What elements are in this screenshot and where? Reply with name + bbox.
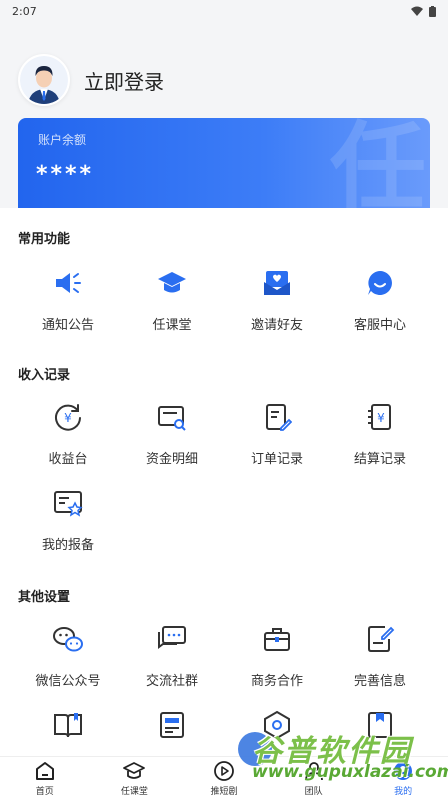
menu-item-invite[interactable]: 邀请好友 bbox=[221, 266, 333, 333]
profile-header: 立即登录 bbox=[0, 22, 448, 118]
status-time: 2:07 bbox=[12, 4, 37, 18]
balance-label: 账户余额 bbox=[38, 133, 87, 147]
tab-label: 我的 bbox=[394, 787, 413, 797]
status-icons bbox=[411, 5, 436, 17]
menu-item-label: 微信公众号 bbox=[35, 674, 101, 689]
menu-item-label: 邀请好友 bbox=[250, 318, 303, 333]
menu-item-community[interactable]: 交流社群 bbox=[116, 622, 228, 689]
menu-item-label: 订单记录 bbox=[250, 452, 303, 467]
avatar-icon bbox=[20, 56, 68, 104]
menu-item-earnings[interactable]: ¥ 收益台 bbox=[12, 400, 124, 467]
report-card-icon bbox=[51, 486, 85, 520]
settlement-ledger-icon: ¥ bbox=[363, 400, 397, 434]
invite-envelope-icon bbox=[260, 266, 294, 300]
card-search-icon bbox=[155, 400, 189, 434]
newspaper-icon bbox=[155, 708, 189, 742]
briefcase-icon bbox=[260, 622, 294, 656]
status-bar: 2:07 bbox=[0, 0, 448, 22]
user-icon bbox=[394, 762, 413, 780]
hexagon-settings-icon bbox=[260, 708, 294, 742]
menu-item-label: 交流社群 bbox=[145, 674, 198, 689]
team-icon bbox=[304, 762, 323, 781]
document-edit-icon bbox=[260, 400, 294, 434]
tab-home[interactable]: 首页 bbox=[0, 757, 90, 797]
svg-text:¥: ¥ bbox=[64, 411, 72, 425]
menu-item-label: 任课堂 bbox=[152, 318, 192, 333]
menu-item-funds[interactable]: 资金明细 bbox=[116, 400, 228, 467]
balance-value: **** bbox=[36, 162, 95, 187]
tab-classroom[interactable]: 任课堂 bbox=[90, 757, 180, 797]
home-icon bbox=[35, 762, 54, 780]
menu-item-news[interactable] bbox=[116, 708, 228, 742]
edit-document-icon bbox=[363, 622, 397, 656]
tab-label: 推短剧 bbox=[210, 787, 238, 797]
graduation-cap-outline-icon bbox=[123, 762, 146, 779]
menu-item-label: 资金明细 bbox=[145, 452, 198, 467]
menu-item-label: 客服中心 bbox=[353, 318, 406, 333]
tab-team[interactable]: 团队 bbox=[269, 757, 359, 797]
avatar[interactable] bbox=[18, 54, 70, 106]
wifi-icon bbox=[411, 6, 423, 16]
menu-item-notice[interactable]: 通知公告 bbox=[12, 266, 124, 333]
menu-item-classroom[interactable]: 任课堂 bbox=[116, 266, 228, 333]
menu-item-profile-info[interactable]: 完善信息 bbox=[324, 622, 436, 689]
battery-icon bbox=[429, 5, 436, 17]
menu-item-orders[interactable]: 订单记录 bbox=[221, 400, 333, 467]
login-link[interactable]: 立即登录 bbox=[84, 66, 164, 95]
graduation-cap-icon bbox=[155, 266, 189, 300]
menu-item-label: 结算记录 bbox=[353, 452, 406, 467]
tab-mine[interactable]: 我的 bbox=[358, 757, 448, 797]
tab-label: 首页 bbox=[35, 787, 54, 797]
menu-item-label: 完善信息 bbox=[353, 674, 406, 689]
menu-item-label: 我的报备 bbox=[41, 538, 94, 553]
megaphone-icon bbox=[51, 266, 85, 300]
menu-item-settlement[interactable]: ¥ 结算记录 bbox=[324, 400, 436, 467]
balance-card[interactable]: 账户余额 **** 任 bbox=[18, 118, 430, 210]
menu-item-security[interactable] bbox=[221, 708, 333, 742]
menu-item-reports[interactable]: 我的报备 bbox=[12, 486, 124, 553]
wechat-icon bbox=[51, 622, 85, 656]
section-title-other: 其他设置 bbox=[18, 590, 71, 605]
chat-bubble-icon bbox=[363, 266, 397, 300]
menu-item-business[interactable]: 商务合作 bbox=[221, 622, 333, 689]
tab-label: 团队 bbox=[304, 787, 323, 797]
menu-item-label: 收益台 bbox=[48, 452, 88, 467]
menu-item-label: 商务合作 bbox=[250, 674, 303, 689]
chat-group-icon bbox=[155, 622, 189, 656]
menu-item-label: 通知公告 bbox=[41, 318, 94, 333]
open-book-icon bbox=[51, 708, 85, 742]
menu-item-support[interactable]: 客服中心 bbox=[324, 266, 436, 333]
menu-item-wechat[interactable]: 微信公众号 bbox=[12, 622, 124, 689]
balance-watermark: 任 bbox=[330, 118, 426, 210]
svg-text:¥: ¥ bbox=[377, 411, 385, 425]
bottom-tab-bar: 首页 任课堂 推短剧 团队 我的 bbox=[0, 756, 448, 797]
play-circle-icon bbox=[214, 761, 234, 781]
section-title-income: 收入记录 bbox=[18, 368, 71, 383]
menu-item-archive[interactable] bbox=[324, 708, 436, 742]
bookmark-box-icon bbox=[363, 708, 397, 742]
yuan-refresh-icon: ¥ bbox=[51, 400, 85, 434]
tab-short-drama[interactable]: 推短剧 bbox=[179, 757, 269, 797]
section-title-common: 常用功能 bbox=[18, 232, 71, 247]
tab-label: 任课堂 bbox=[120, 787, 148, 797]
menu-panel: 常用功能 通知公告 任课堂 邀请好友 客服中心 收入记录 ¥ 收益台 资金明细 … bbox=[0, 208, 448, 756]
menu-item-guide[interactable] bbox=[12, 708, 124, 742]
